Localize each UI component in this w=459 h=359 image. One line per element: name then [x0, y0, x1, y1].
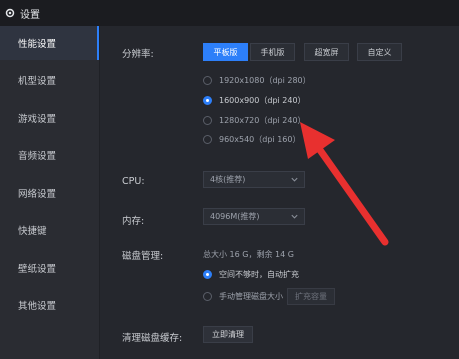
disk-auto-label: 空间不够时，自动扩充 — [219, 270, 299, 279]
window-title: 设置 — [20, 9, 40, 21]
resolution-label: 分辨率: — [122, 49, 154, 60]
disk-manual-radio[interactable] — [203, 292, 212, 301]
disk-manual-label: 手动管理磁盘大小 — [219, 292, 283, 301]
sidebar-item-label: 壁纸设置 — [18, 264, 57, 275]
sidebar-item-model[interactable]: 机型设置 — [0, 63, 99, 97]
cache-label: 清理磁盘缓存: — [122, 333, 183, 344]
sidebar-item-label: 性能设置 — [18, 39, 57, 50]
sidebar-item-label: 其他设置 — [18, 301, 57, 312]
sidebar-item-performance[interactable]: 性能设置 — [0, 26, 99, 60]
resolution-option-label: 1920x1080（dpi 280） — [219, 76, 311, 85]
sidebar-item-label: 网络设置 — [18, 189, 57, 200]
disk-auto-radio[interactable] — [203, 270, 212, 279]
resolution-radio-1280[interactable] — [203, 116, 212, 125]
gear-icon — [5, 8, 15, 18]
memory-select-value: 4096M(推荐) — [210, 212, 260, 221]
sidebar: 性能设置 机型设置 游戏设置 音频设置 网络设置 快捷键 壁纸设置 其他设置 — [0, 26, 99, 359]
mode-custom-tab[interactable]: 自定义 — [357, 43, 402, 61]
cpu-label: CPU: — [122, 176, 145, 187]
title-bar: 设置 — [0, 0, 459, 26]
disk-label: 磁盘管理: — [122, 251, 164, 262]
sidebar-item-label: 机型设置 — [18, 76, 57, 87]
sidebar-item-network[interactable]: 网络设置 — [0, 176, 99, 210]
red-arrow — [300, 122, 389, 246]
resolution-radio-960[interactable] — [203, 135, 212, 144]
mode-phone-tab[interactable]: 手机版 — [250, 43, 295, 61]
sidebar-item-wallpaper[interactable]: 壁纸设置 — [0, 251, 99, 285]
resolution-option-label: 1600x900（dpi 240） — [219, 96, 306, 105]
sidebar-item-shortcuts[interactable]: 快捷键 — [0, 213, 99, 247]
disk-summary: 总大小 16 G，剩余 14 G — [203, 250, 294, 259]
sidebar-item-label: 快捷键 — [18, 226, 47, 237]
sidebar-item-game[interactable]: 游戏设置 — [0, 101, 99, 135]
resolution-radio-1920[interactable] — [203, 76, 212, 85]
sidebar-item-other[interactable]: 其他设置 — [0, 288, 99, 322]
clear-cache-button[interactable]: 立即清理 — [203, 326, 253, 343]
cpu-select-value: 4核(推荐) — [210, 175, 246, 184]
sidebar-divider — [99, 26, 100, 359]
expand-capacity-button[interactable]: 扩充容量 — [287, 288, 335, 305]
sidebar-item-label: 音频设置 — [18, 151, 57, 162]
sidebar-item-label: 游戏设置 — [18, 114, 57, 125]
resolution-radio-1600[interactable] — [203, 96, 212, 105]
sidebar-item-audio[interactable]: 音频设置 — [0, 138, 99, 172]
memory-label: 内存: — [122, 216, 145, 227]
mode-tablet-tab[interactable]: 平板版 — [203, 43, 248, 61]
resolution-option-label: 960x540（dpi 160） — [219, 135, 301, 144]
mode-ultrawide-tab[interactable]: 超宽屏 — [304, 43, 349, 61]
